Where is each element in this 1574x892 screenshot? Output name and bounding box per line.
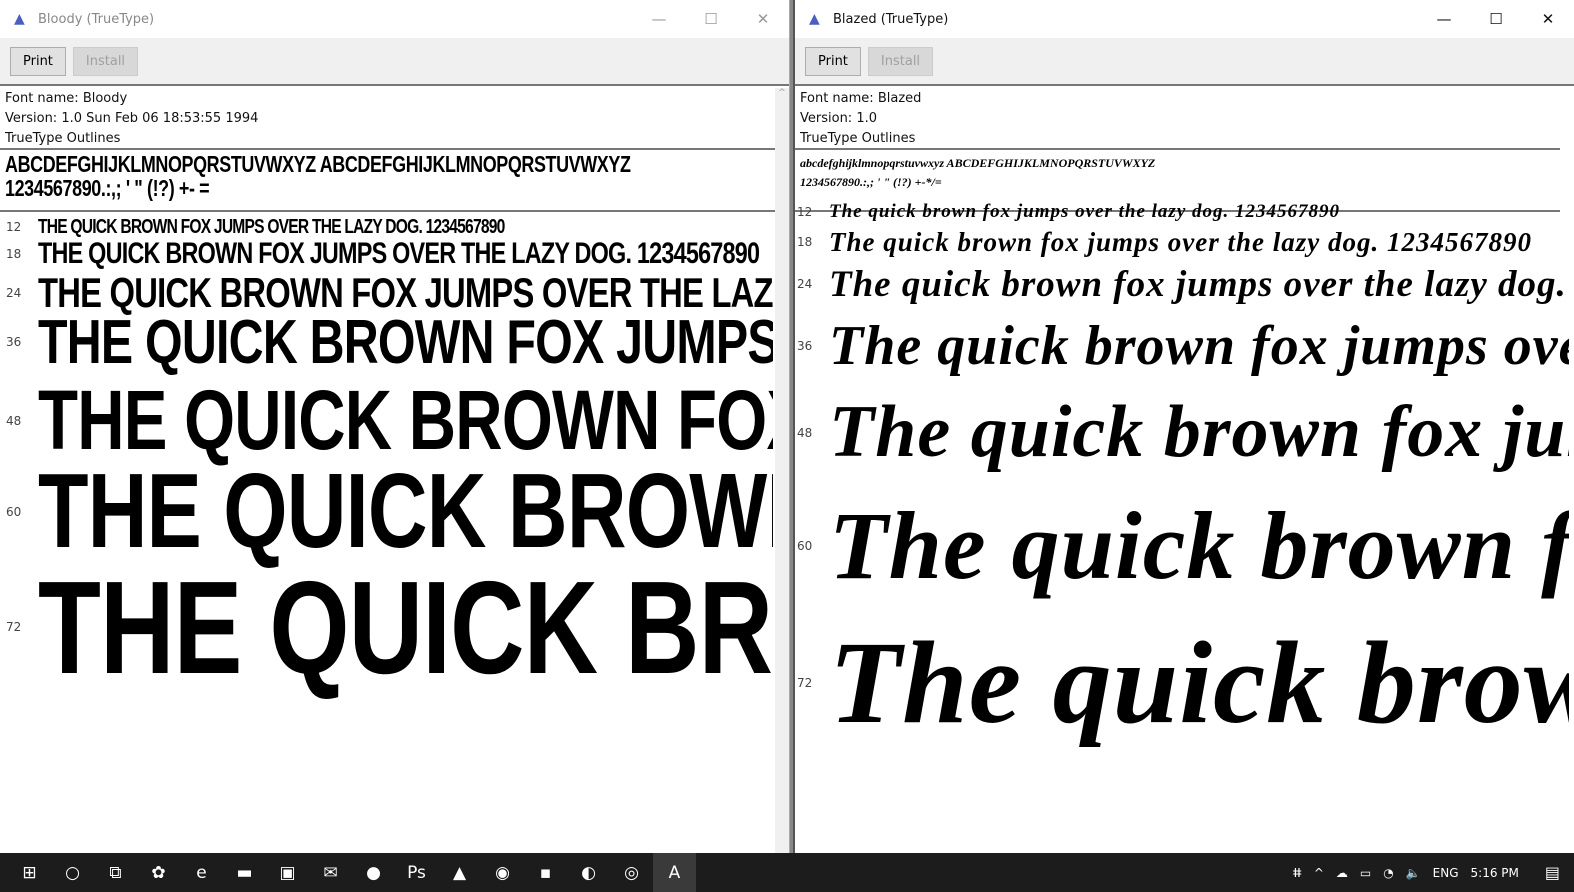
app-green-icon[interactable]: ✿: [137, 853, 180, 892]
font-info: Font name: Bloody Version: 1.0 Sun Feb 06…: [0, 86, 775, 150]
store-icon[interactable]: ▣: [266, 853, 309, 892]
sample-text: The quick brown fox jumps over the lazy …: [829, 617, 1569, 748]
install-button[interactable]: Install: [72, 46, 139, 76]
sample-text: The quick brown fox jumps over the lazy …: [829, 492, 1569, 599]
point-size-label: 24: [797, 277, 813, 291]
point-size-label: 12: [797, 204, 813, 219]
file-explorer-icon[interactable]: ▬: [223, 853, 266, 892]
character-set-line: 1234567890.:,; ' " (!?) +- =: [5, 175, 210, 201]
sticky-notes-icon[interactable]: ▪: [524, 853, 567, 892]
notifications-icon[interactable]: ▤: [1545, 863, 1560, 882]
install-button[interactable]: Install: [867, 46, 934, 76]
sample-text: The quick brown fox jumps over the lazy …: [829, 314, 1569, 377]
window-title: Blazed (TrueType): [833, 11, 949, 27]
sample-text: The quick brown fox jumps over the lazy …: [829, 263, 1569, 305]
vlc-icon[interactable]: ▲: [438, 853, 481, 892]
print-button[interactable]: Print: [10, 46, 66, 76]
battery-icon[interactable]: ▭: [1360, 866, 1371, 880]
font-info-line: TrueType Outlines: [800, 131, 916, 146]
sample-row: 18 THE QUICK BROWN FOX JUMPS OVER THE LA…: [0, 236, 773, 272]
point-size-label: 24: [6, 286, 22, 300]
task-view-icon[interactable]: ⧉: [94, 853, 137, 892]
point-size-label: 48: [6, 413, 22, 428]
sample-row: 18 The quick brown fox jumps over the la…: [795, 226, 1569, 258]
point-size-label: 12: [6, 220, 22, 234]
font-info-line: TrueType Outlines: [5, 131, 121, 146]
close-button[interactable]: ✕: [1522, 10, 1574, 28]
point-size-label: 48: [797, 425, 813, 440]
app-globe-icon[interactable]: ◐: [567, 853, 610, 892]
app-pink-icon[interactable]: ●: [352, 853, 395, 892]
sample-text: THE QUICK BROWN FOX JUMPS OVER THE LAZY …: [38, 237, 760, 270]
photoshop-icon[interactable]: Ps: [395, 853, 438, 892]
point-size-label: 60: [6, 504, 22, 519]
window-title: Bloody (TrueType): [38, 11, 155, 27]
point-size-label: 18: [797, 235, 813, 249]
font-info-line: Version: 1.0 Sun Feb 06 18:53:55 1994: [5, 111, 259, 126]
maximize-button[interactable]: ☐: [1470, 10, 1522, 28]
character-set-line: abcdefghijklmnopqrstuvwxyz ABCDEFGHIJKLM…: [800, 156, 1156, 170]
font-viewer-window-bloody: ▲ Bloody (TrueType) — ☐ ✕ Print Install …: [0, 0, 790, 853]
chevron-up-icon[interactable]: ^: [1314, 866, 1324, 880]
sample-text: The quick brown fox jumps over the lazy …: [829, 391, 1569, 473]
chrome-icon[interactable]: ◉: [481, 853, 524, 892]
character-set: ABCDEFGHIJKLMNOPQRSTUVWXYZ ABCDEFGHIJKLM…: [0, 150, 775, 212]
sample-row: 36 THE QUICK BROWN FOX JUMPS OVER THE LA…: [0, 305, 773, 379]
start-icon[interactable]: ⊞: [8, 853, 51, 892]
taskbar: ⊞ ○ ⧉ ✿ e ▬ ▣ ✉ ● Ps ▲ ◉ ▪ ◐ ◎ A ⵌ ^ ☁ ▭ ◔ 🔈 ENG 5:16 P…: [0, 853, 1574, 892]
language-indicator[interactable]: ENG: [1433, 866, 1459, 880]
people-icon[interactable]: ⵌ: [1292, 866, 1301, 880]
font-app-icon: ▲: [809, 11, 820, 27]
mail-icon[interactable]: ✉: [309, 853, 352, 892]
clock[interactable]: 5:16 PM: [1471, 866, 1519, 880]
title-bar: ▲ Bloody (TrueType) — ☐ ✕: [0, 0, 789, 38]
font-info: Font name: Blazed Version: 1.0 TrueType Ou…: [795, 86, 1560, 150]
cloud-icon[interactable]: ☁: [1336, 866, 1348, 880]
point-size-label: 72: [6, 620, 22, 634]
maximize-button[interactable]: ☐: [685, 10, 737, 28]
close-button[interactable]: ✕: [737, 10, 789, 28]
sample-row: 72 The quick brown fox jumps over the la…: [795, 612, 1569, 754]
point-size-label: 72: [797, 676, 813, 690]
wifi-icon[interactable]: ◔: [1383, 866, 1393, 880]
point-size-label: 36: [6, 335, 22, 349]
system-tray: ⵌ ^ ☁ ▭ ◔ 🔈 ENG 5:16 PM ▤: [1292, 863, 1574, 882]
sample-row: 48 The quick brown fox jumps over the la…: [795, 388, 1569, 477]
sample-row: 36 The quick brown fox jumps over the la…: [795, 312, 1569, 379]
point-size-label: 18: [6, 247, 22, 261]
font-info-line: Font name: Bloody: [5, 91, 128, 106]
search-icon[interactable]: ○: [51, 853, 94, 892]
sample-text: THE QUICK BROWN FOX JUMPS OVER THE LAZY …: [38, 553, 773, 701]
character-set-line: 1234567890.:,; ' " (!?) +-*/=: [800, 175, 942, 189]
vertical-scrollbar[interactable]: ^: [775, 88, 789, 853]
sample-text: THE QUICK BROWN FOX JUMPS OVER THE LAZY …: [38, 307, 773, 377]
minimize-button[interactable]: —: [633, 10, 685, 28]
font-app-icon: ▲: [14, 11, 25, 27]
toolbar: Print Install: [795, 38, 1574, 86]
sample-row: 60 The quick brown fox jumps over the la…: [795, 488, 1569, 603]
app-green-circle-icon[interactable]: ◎: [610, 853, 653, 892]
sample-row: 12 The quick brown fox jumps over the la…: [795, 200, 1569, 223]
toolbar: Print Install: [0, 38, 789, 86]
edge-icon[interactable]: e: [180, 853, 223, 892]
font-info-line: Version: 1.0: [800, 111, 877, 126]
point-size-label: 60: [797, 538, 813, 553]
volume-icon[interactable]: 🔈: [1406, 866, 1421, 880]
font-viewer-icon[interactable]: A: [653, 853, 696, 892]
minimize-button[interactable]: —: [1418, 10, 1470, 28]
font-viewer-window-blazed: ▲ Blazed (TrueType) — ☐ ✕ Print Install …: [793, 0, 1574, 853]
print-button[interactable]: Print: [805, 46, 861, 76]
sample-text: The quick brown fox jumps over the lazy …: [829, 200, 1341, 222]
sample-row: 72 THE QUICK BROWN FOX JUMPS OVER THE LA…: [0, 548, 773, 706]
sample-text: The quick brown fox jumps over the lazy …: [829, 226, 1533, 257]
font-info-line: Font name: Blazed: [800, 91, 922, 106]
point-size-label: 36: [797, 338, 813, 353]
sample-row: 24 The quick brown fox jumps over the la…: [795, 262, 1569, 306]
title-bar: ▲ Blazed (TrueType) — ☐ ✕: [795, 0, 1574, 38]
character-set-line: ABCDEFGHIJKLMNOPQRSTUVWXYZ ABCDEFGHIJKLM…: [5, 151, 631, 177]
